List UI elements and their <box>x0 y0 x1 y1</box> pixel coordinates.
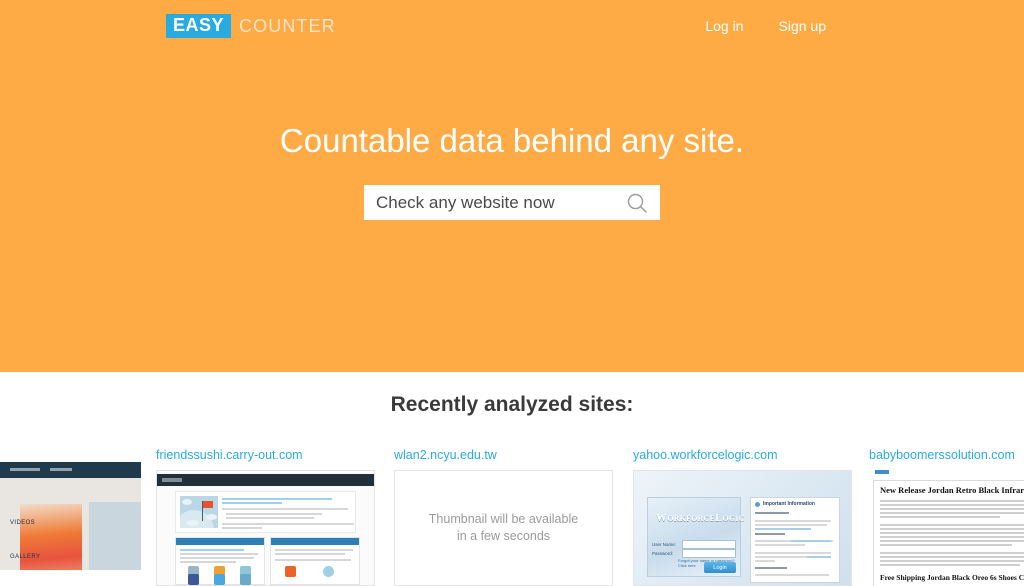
thumb-body: Caleesa VIDEOS GALLERY DOWNLOAD OUR CATA… <box>0 478 141 570</box>
thumb-label-videos: VIDEOS <box>10 520 36 526</box>
site-url-link[interactable]: babyboomerssolution.com <box>869 447 1024 463</box>
login-link[interactable]: Log in <box>705 17 743 35</box>
hero-banner: EASY COUNTER Log in Sign up Countable da… <box>0 0 1024 372</box>
search-box[interactable] <box>364 185 660 220</box>
top-navbar: EASY COUNTER Log in Sign up <box>0 0 1024 52</box>
info-icon <box>755 502 760 507</box>
site-thumbnail[interactable]: New Release Jordan Retro Black Infrared … <box>869 470 1024 586</box>
thumb-model-right <box>20 504 82 570</box>
site-thumbnail[interactable]: WorkforceLogic User Name: Password: Forg… <box>633 470 852 586</box>
recent-sites-title: Recently analyzed sites: <box>390 393 634 416</box>
pending-line-2: in a few seconds <box>456 529 551 543</box>
logo-word: COUNTER <box>239 16 336 36</box>
thumb-navbar <box>0 462 141 478</box>
list-item[interactable]: wlan2.ncyu.edu.tw Thumbnail will be avai… <box>394 447 613 586</box>
thumb-info-title: Important Information <box>763 501 815 507</box>
recent-sites-list: Caleesa VIDEOS GALLERY DOWNLOAD OUR CATA… <box>0 447 1024 586</box>
thumb-login-button: Login <box>704 562 736 573</box>
search-input[interactable] <box>364 186 614 219</box>
pending-line-1: Thumbnail will be available <box>428 512 579 526</box>
site-thumbnail[interactable] <box>156 470 375 586</box>
site-logo[interactable]: EASY COUNTER <box>166 13 336 39</box>
thumb-header-bar <box>157 474 374 486</box>
thumb-article-headline: New Release Jordan Retro Black Infrared … <box>880 485 1024 495</box>
search-icon[interactable] <box>614 185 660 220</box>
site-thumbnail[interactable]: Caleesa VIDEOS GALLERY DOWNLOAD OUR CATA… <box>0 454 141 570</box>
list-item[interactable]: friendssushi.carry-out.com <box>156 447 375 586</box>
thumb-panel-right <box>270 537 360 585</box>
thumb-label-gallery: GALLERY <box>10 554 41 560</box>
thumb-username-label: User Name: <box>652 542 677 547</box>
thumb-info-panel: Important Information <box>750 497 840 583</box>
thumb-side-column <box>89 502 141 570</box>
thumb-illustration <box>180 496 218 528</box>
thumb-brand-name: WorkforceLogic <box>656 512 745 524</box>
thumb-article-subhead: Free Shipping Jordan Black Oreo 6s Shoes… <box>880 573 1024 582</box>
thumb-logo-mark <box>875 470 889 474</box>
hero-title: Countable data behind any site. <box>279 122 745 159</box>
nav-links: Log in Sign up <box>705 17 1024 35</box>
thumb-article-body: New Release Jordan Retro Black Infrared … <box>873 480 1024 586</box>
site-thumbnail[interactable]: Thumbnail will be available in a few sec… <box>394 470 613 586</box>
list-item[interactable]: babyboomerssolution.com New Release Jord… <box>869 447 1024 586</box>
thumb-message-panel <box>175 491 356 533</box>
thumb-password-label: Password: <box>652 551 674 556</box>
thumb-username-field <box>682 540 736 549</box>
thumb-login-panel: WorkforceLogic User Name: Password: Forg… <box>647 497 745 577</box>
thumb-panel-left <box>175 537 265 585</box>
site-url-link[interactable]: yahoo.workforcelogic.com <box>633 447 852 463</box>
site-url-link[interactable]: friendssushi.carry-out.com <box>156 447 375 463</box>
signup-link[interactable]: Sign up <box>779 17 826 35</box>
list-item[interactable]: Caleesa VIDEOS GALLERY DOWNLOAD OUR CATA… <box>0 447 141 570</box>
thumb-password-field <box>682 549 736 558</box>
site-url-link[interactable]: wlan2.ncyu.edu.tw <box>394 447 613 463</box>
list-item[interactable]: yahoo.workforcelogic.com WorkforceLogic … <box>633 447 852 586</box>
logo-badge: EASY <box>166 14 232 38</box>
recent-sites-section: Recently analyzed sites: Caleesa VID <box>0 372 1024 586</box>
thumbnail-pending-message: Thumbnail will be available in a few sec… <box>395 471 612 585</box>
